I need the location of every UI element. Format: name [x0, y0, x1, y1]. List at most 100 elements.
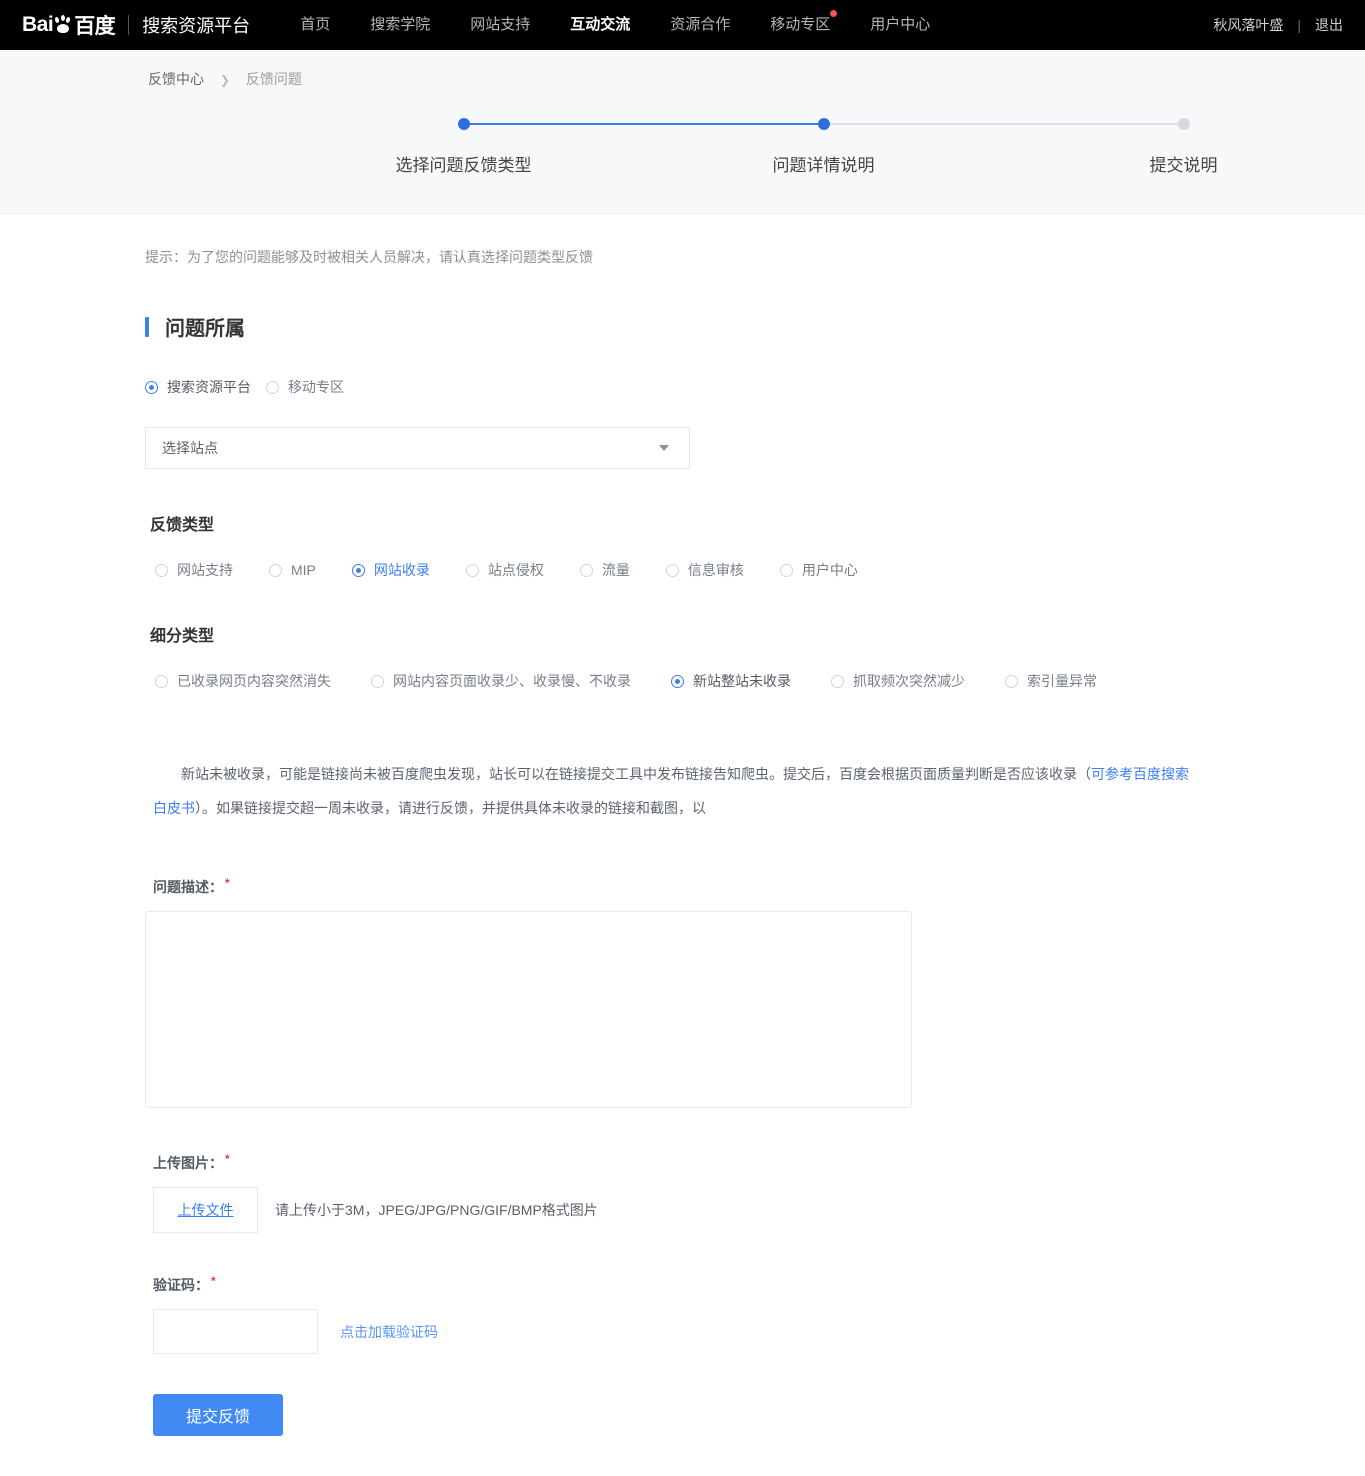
submit-area: 提交反馈: [153, 1394, 1365, 1436]
stepper-node-2: [817, 118, 830, 130]
nav-item-user-center[interactable]: 用户中心: [850, 0, 950, 50]
stepper-node-3: [1177, 118, 1190, 130]
radio-icon: [779, 563, 793, 577]
stepper-label-3: 提交说明: [1149, 156, 1218, 175]
owner-option-search-resource-platform[interactable]: 搜索资源平台: [145, 377, 251, 397]
feedback-type-label: 流量: [601, 562, 630, 578]
captcha-block: 验证码： * 点击加载验证码: [145, 1275, 1365, 1354]
feedback-type-radio-group: 网站支持 MIP 网站收录 站点侵权 流量 信息审核 用户中心: [145, 560, 1365, 580]
sub-type-title: 细分类型: [150, 628, 215, 645]
radio-icon: [155, 674, 168, 688]
chevron-down-icon: [659, 445, 669, 451]
upload-hint-text: 请上传小于3M，JPEG/JPG/PNG/GIF/BMP格式图片: [275, 1202, 598, 1218]
stepper-line-1: [465, 123, 824, 125]
feedback-type-label: 站点侵权: [487, 562, 544, 578]
feedback-type-option-user-center[interactable]: 用户中心: [779, 560, 858, 580]
site-select[interactable]: 选择站点: [145, 427, 690, 469]
breadcrumb-current: 反馈问题: [245, 71, 302, 87]
brand-divider: [128, 15, 130, 35]
stepper-node-1: [457, 118, 470, 130]
stepper-label-1: 选择问题反馈类型: [395, 156, 532, 175]
feedback-type-label: 信息审核: [687, 562, 744, 578]
brand-area[interactable]: Bai 百度 搜索资源平台: [22, 0, 250, 50]
upload-label-text: 上传图片：: [153, 1155, 223, 1171]
upload-block: 上传图片： * 上传文件 请上传小于3M，JPEG/JPG/PNG/GIF/BM…: [145, 1153, 1365, 1233]
owner-option-label: 搜索资源平台: [167, 379, 251, 395]
radio-icon: [145, 380, 158, 394]
nav-item-home[interactable]: 首页: [280, 0, 350, 50]
explanation-text: 新站未被收录，可能是链接尚未被百度爬虫发现，站长可以在链接提交工具中发布链接告知…: [153, 757, 1198, 825]
sub-type-option-low-indexing[interactable]: 网站内容页面收录少、收录慢、不收录: [371, 671, 631, 691]
nav-links: 首页 搜索学院 网站支持 互动交流 资源合作 移动专区 用户中心: [280, 0, 950, 50]
upload-label: 上传图片： *: [153, 1153, 1365, 1173]
nav-item-site-support[interactable]: 网站支持: [450, 0, 550, 50]
feedback-type-option-info-review[interactable]: 信息审核: [665, 560, 744, 580]
required-marker: *: [225, 1152, 230, 1166]
feedback-type-option-mip[interactable]: MIP: [269, 562, 316, 578]
sub-type-label: 索引量异常: [1027, 673, 1097, 689]
breadcrumb-root[interactable]: 反馈中心: [148, 71, 204, 87]
captcha-label: 验证码： *: [153, 1275, 1365, 1295]
radio-icon: [831, 674, 844, 688]
stepper-label-2: 问题详情说明: [772, 156, 875, 175]
sub-type-label: 抓取频次突然减少: [853, 673, 965, 689]
nav-item-academy[interactable]: 搜索学院: [350, 0, 450, 50]
platform-name: 搜索资源平台: [142, 16, 251, 36]
feedback-type-label: MIP: [291, 562, 316, 578]
logo-text-left: Bai: [22, 13, 54, 36]
submit-feedback-button[interactable]: 提交反馈: [153, 1394, 283, 1436]
owner-option-label: 移动专区: [288, 379, 344, 395]
sub-type-option-new-site-not-indexed[interactable]: 新站整站未收录: [671, 671, 791, 691]
sub-type-option-index-anomaly[interactable]: 索引量异常: [1005, 671, 1097, 691]
owner-option-mobile-zone[interactable]: 移动专区: [266, 377, 344, 397]
nav-user-area: 秋风落叶盛 | 退出: [1213, 0, 1343, 50]
explanation-part-2: ）。如果链接提交超一周未收录，请进行反馈，并提供具体未收录的链接和截图，以: [195, 800, 706, 816]
feedback-type-option-site-indexing[interactable]: 网站收录: [351, 560, 430, 580]
feedback-type-option-site-support[interactable]: 网站支持: [155, 560, 233, 580]
captcha-label-text: 验证码：: [153, 1277, 209, 1293]
sub-type-label: 已收录网页内容突然消失: [177, 673, 331, 689]
feedback-type-option-traffic[interactable]: 流量: [579, 560, 630, 580]
radio-icon: [1005, 674, 1018, 688]
stepper-line-2: [825, 123, 1184, 125]
paw-icon: [54, 14, 73, 35]
upload-file-button[interactable]: 上传文件: [153, 1187, 258, 1233]
notification-dot-icon: [830, 10, 838, 17]
radio-icon: [155, 563, 168, 577]
nav-item-interaction[interactable]: 互动交流: [550, 0, 650, 50]
section-title-problem-owner: 问题所属: [145, 312, 1365, 341]
feedback-type-label: 网站支持: [177, 562, 233, 578]
username-link[interactable]: 秋风落叶盛: [1213, 15, 1283, 35]
sub-type-label: 网站内容页面收录少、收录慢、不收录: [393, 673, 631, 689]
load-captcha-link[interactable]: 点击加载验证码: [340, 1322, 438, 1342]
breadcrumb: 反馈中心 ❯ 反馈问题: [0, 50, 1365, 89]
owner-radio-group: 搜索资源平台 移动专区: [145, 377, 1365, 397]
problem-description-label-text: 问题描述：: [153, 879, 223, 895]
sub-type-radio-group: 已收录网页内容突然消失 网站内容页面收录少、收录慢、不收录 新站整站未收录 抓取…: [155, 671, 1365, 709]
hint-text: 提示：为了您的问题能够及时被相关人员解决，请认真选择问题类型反馈: [145, 249, 593, 265]
sub-type-option-content-disappeared[interactable]: 已收录网页内容突然消失: [155, 671, 331, 691]
top-navigation-bar: Bai 百度 搜索资源平台 首页 搜索学院 网站支持 互动交流 资源合作 移动专…: [0, 0, 1365, 50]
feedback-type-title: 反馈类型: [150, 517, 215, 534]
feedback-type-label: 网站收录: [373, 562, 430, 578]
breadcrumb-separator-icon: ❯: [219, 73, 230, 87]
radio-icon: [465, 563, 479, 577]
problem-description-block: 问题描述： *: [145, 877, 1365, 1113]
problem-description-label: 问题描述： *: [153, 877, 1365, 897]
logout-link[interactable]: 退出: [1315, 15, 1343, 35]
radio-icon: [665, 563, 679, 577]
upload-row: 上传文件 请上传小于3M，JPEG/JPG/PNG/GIF/BMP格式图片: [153, 1187, 1365, 1233]
problem-description-input[interactable]: [145, 911, 912, 1108]
section-accent-bar: [145, 316, 149, 337]
nav-item-mobile-zone[interactable]: 移动专区: [750, 0, 850, 50]
nav-item-resource-cooperation[interactable]: 资源合作: [650, 0, 750, 50]
feedback-type-option-site-infringement[interactable]: 站点侵权: [465, 560, 544, 580]
page-header-band: 反馈中心 ❯ 反馈问题 选择问题反馈类型 问题详情说明 提交说明: [0, 50, 1365, 214]
upload-file-button-label: 上传文件: [177, 1202, 234, 1218]
sub-type-label: 新站整站未收录: [693, 673, 791, 689]
captcha-input[interactable]: [153, 1309, 318, 1354]
sub-type-option-crawl-frequency-drop[interactable]: 抓取频次突然减少: [831, 671, 965, 691]
form-content: 问题所属 搜索资源平台 移动专区 选择站点 反馈类型 网站支持 MIP 网站收录…: [0, 267, 1365, 1436]
progress-stepper: 选择问题反馈类型 问题详情说明 提交说明: [148, 117, 1218, 207]
radio-icon: [269, 563, 282, 577]
